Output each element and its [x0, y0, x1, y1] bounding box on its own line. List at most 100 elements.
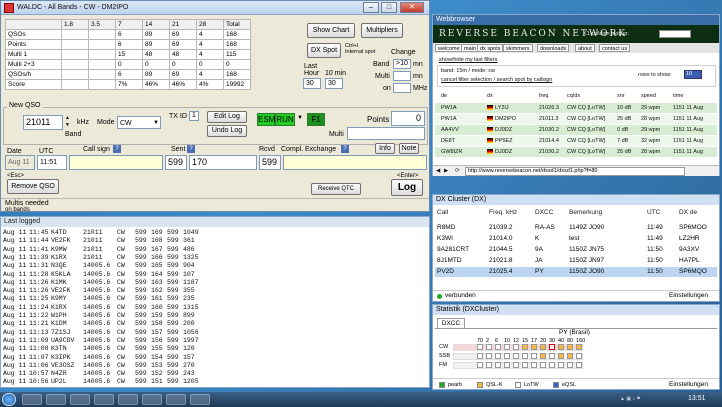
dx-column-header[interactable]: Freq. kHz [489, 209, 517, 216]
spots-column-header[interactable]: freq [539, 93, 548, 99]
mode-select[interactable]: CW ▼ [117, 116, 161, 129]
band-mode-cell[interactable] [513, 344, 519, 350]
band-mode-cell[interactable] [531, 344, 537, 350]
remove-qso-button[interactable]: Remove QSO [7, 179, 59, 194]
band-mode-cell[interactable] [522, 344, 528, 350]
close-icon[interactable]: ✕ [400, 2, 424, 13]
show-chart-button[interactable]: Show Chart [307, 23, 355, 38]
spots-column-header[interactable]: snr [617, 93, 625, 99]
receive-qtc-button[interactable]: Receive QTC [311, 183, 361, 195]
utc-field[interactable]: 11:51 [37, 155, 67, 170]
tab-dxcc[interactable]: DXCC [437, 318, 465, 328]
dx-spot-button[interactable]: DX Spot [307, 43, 341, 58]
dx-column-header[interactable]: UTC [647, 209, 660, 216]
callsign-help-icon[interactable]: ? [113, 145, 121, 153]
band-mode-cell[interactable] [477, 344, 483, 350]
band-mode-cell[interactable] [549, 362, 555, 368]
band-mode-cell[interactable] [540, 344, 546, 350]
dx-spot-row[interactable]: 9A281CRT 21044.5 9A 1150Z JN75 11:50 9A3XV [435, 245, 717, 255]
forward-icon[interactable]: ▶ [444, 168, 448, 174]
taskbar-firefox-icon[interactable] [142, 394, 162, 405]
band-mode-cell[interactable] [504, 362, 510, 368]
band-mode-cell[interactable] [513, 353, 519, 359]
band-mode-cell[interactable] [522, 353, 528, 359]
nav-item[interactable]: about [575, 44, 595, 52]
info-button[interactable]: Info [375, 143, 395, 154]
log-row[interactable]: Aug 11 11:13 7Z1SJ 14005.6 CW 599 157 599 1056 [3, 329, 205, 337]
band-mode-cell[interactable] [576, 353, 582, 359]
run-indicator[interactable]: RUN [275, 113, 295, 126]
band-mode-cell[interactable] [531, 353, 537, 359]
callsign-lookup-input[interactable] [659, 30, 691, 38]
undo-log-button[interactable]: Undo Log [207, 125, 247, 137]
dx-column-header[interactable]: DXCC [535, 209, 553, 216]
dx-spot-row[interactable]: PV2D 21025.4 PY 1150Z JO90 11:50 SP6MQO [435, 267, 717, 277]
nav-item[interactable]: skimmers [503, 44, 533, 52]
log-row[interactable]: Aug 11 11:44 VE2FK 21011 CW 599 168 599 361 [3, 237, 205, 245]
spots-column-header[interactable]: de [441, 93, 447, 99]
log-row[interactable]: Aug 11 11:06 VE3OSZ 14005.6 CW 599 153 599 270 [3, 362, 205, 370]
waldc-titlebar[interactable]: WALDC - All Bands - CW - DM2IPO – □ ✕ [1, 1, 429, 15]
band-mode-cell[interactable] [549, 353, 555, 359]
log-button[interactable]: Log [391, 179, 423, 196]
callsign-input[interactable] [69, 155, 163, 170]
log-row[interactable]: Aug 11 11:41 K9MW 21011 CW 599 167 599 486 [3, 246, 205, 254]
log-row[interactable]: Aug 11 10:57 N4ZR 14005.6 CW 599 152 599 243 [3, 370, 205, 378]
band-mode-cell[interactable] [558, 362, 564, 368]
run-dropdown-icon[interactable]: ▼ [297, 115, 303, 121]
spots-column-header[interactable]: speed [641, 93, 656, 99]
log-row[interactable]: Aug 11 11:22 W1PH 14005.6 CW 599 159 599 899 [3, 312, 205, 320]
url-input[interactable]: http://www.reversebeacon.net/dxsd1/dxsd1… [465, 167, 685, 176]
rcvd-exchange-input[interactable] [283, 155, 427, 170]
band-mode-cell[interactable] [486, 344, 492, 350]
band-mode-cell[interactable] [522, 362, 528, 368]
taskbar-app-icon[interactable] [94, 394, 114, 405]
spot-row[interactable]: GW8IZR DJ0DZ 21030.2 CW CQ [LoTW] 25 dB 28 wp… [435, 147, 717, 157]
callsign-link[interactable]: DJ0DZ [495, 127, 512, 133]
spots-column-header[interactable]: cq/dx [567, 93, 580, 99]
band-mode-cell[interactable] [549, 344, 555, 350]
spot-row[interactable]: DE8T PP5EZ 21014.4 CW CQ [LoTW] 7 dB 32 wpm 11… [435, 136, 717, 146]
taskbar-explorer-icon[interactable] [22, 394, 42, 405]
callsign-link[interactable]: PW1A [441, 105, 457, 111]
log-row[interactable]: Aug 11 11:31 N3QE 14005.6 CW 599 165 599 904 [3, 262, 205, 270]
note-button[interactable]: Note [399, 143, 419, 154]
change-on-field[interactable] [393, 83, 411, 93]
nav-item[interactable]: welcome [435, 44, 463, 52]
band-mode-cell[interactable] [567, 362, 573, 368]
frequency-up-icon[interactable]: ▲ [65, 115, 70, 121]
stat-settings-button[interactable]: Einstellungen [669, 380, 708, 390]
dx-spot-row[interactable]: 8J1MTD 21021.8 JA 1150Z JN97 11:50 HA7PL [435, 256, 717, 266]
band-mode-cell[interactable] [558, 344, 564, 350]
spot-row[interactable]: PW1A LY2IJ 21026.3 CW CQ [LoTW] 10 dB 29 wpm 1… [435, 103, 717, 113]
dx-settings-button[interactable]: Einstellungen [669, 291, 708, 301]
dx-column-header[interactable]: Call [437, 209, 448, 216]
band-mode-cell[interactable] [540, 353, 546, 359]
dx-column-header[interactable]: Bemerkung [569, 209, 602, 216]
exchange-help-icon[interactable]: ? [341, 145, 349, 153]
taskbar-waldc-icon[interactable] [190, 394, 210, 405]
spots-column-header[interactable]: time [673, 93, 683, 99]
band-mode-cell[interactable] [495, 353, 501, 359]
log-row[interactable]: Aug 11 11:26 K1MK 14005.6 CW 599 163 599 1187 [3, 279, 205, 287]
log-row[interactable]: Aug 11 11:39 K1RX 21011 CW 599 166 599 1325 [3, 254, 205, 262]
log-row[interactable]: Aug 11 11:26 VE2FK 14005.6 CW 599 162 599 355 [3, 287, 205, 295]
callsign-link[interactable]: PP5EZ [495, 138, 512, 144]
band-mode-cell[interactable] [495, 362, 501, 368]
band-mode-cell[interactable] [567, 344, 573, 350]
spots-column-header[interactable]: dx [487, 93, 493, 99]
callsign-link[interactable]: PW1A [441, 116, 457, 122]
band-mode-cell[interactable] [504, 344, 510, 350]
log-row[interactable]: Aug 11 11:07 K3IPK 14005.6 CW 599 154 599 157 [3, 354, 205, 362]
frequency-field[interactable]: 21011 [23, 115, 63, 130]
show-hide-filters-link[interactable]: show/hide my last filters [439, 57, 497, 63]
band-mode-cell[interactable] [486, 362, 492, 368]
nav-item[interactable]: dx spots [477, 44, 504, 52]
band-mode-cell[interactable] [504, 353, 510, 359]
callsign-link[interactable]: DM2IPO [495, 116, 516, 122]
callsign-link[interactable]: DJ0DZ [495, 149, 512, 155]
spot-row[interactable]: PW1A DM2IPO 21011.3 CW CQ [LoTW] 25 dB 28 wpm… [435, 114, 717, 124]
minimize-icon[interactable]: – [363, 2, 379, 13]
chevron-down-icon[interactable]: ▼ [153, 117, 159, 128]
nav-item[interactable]: downloads [537, 44, 570, 52]
